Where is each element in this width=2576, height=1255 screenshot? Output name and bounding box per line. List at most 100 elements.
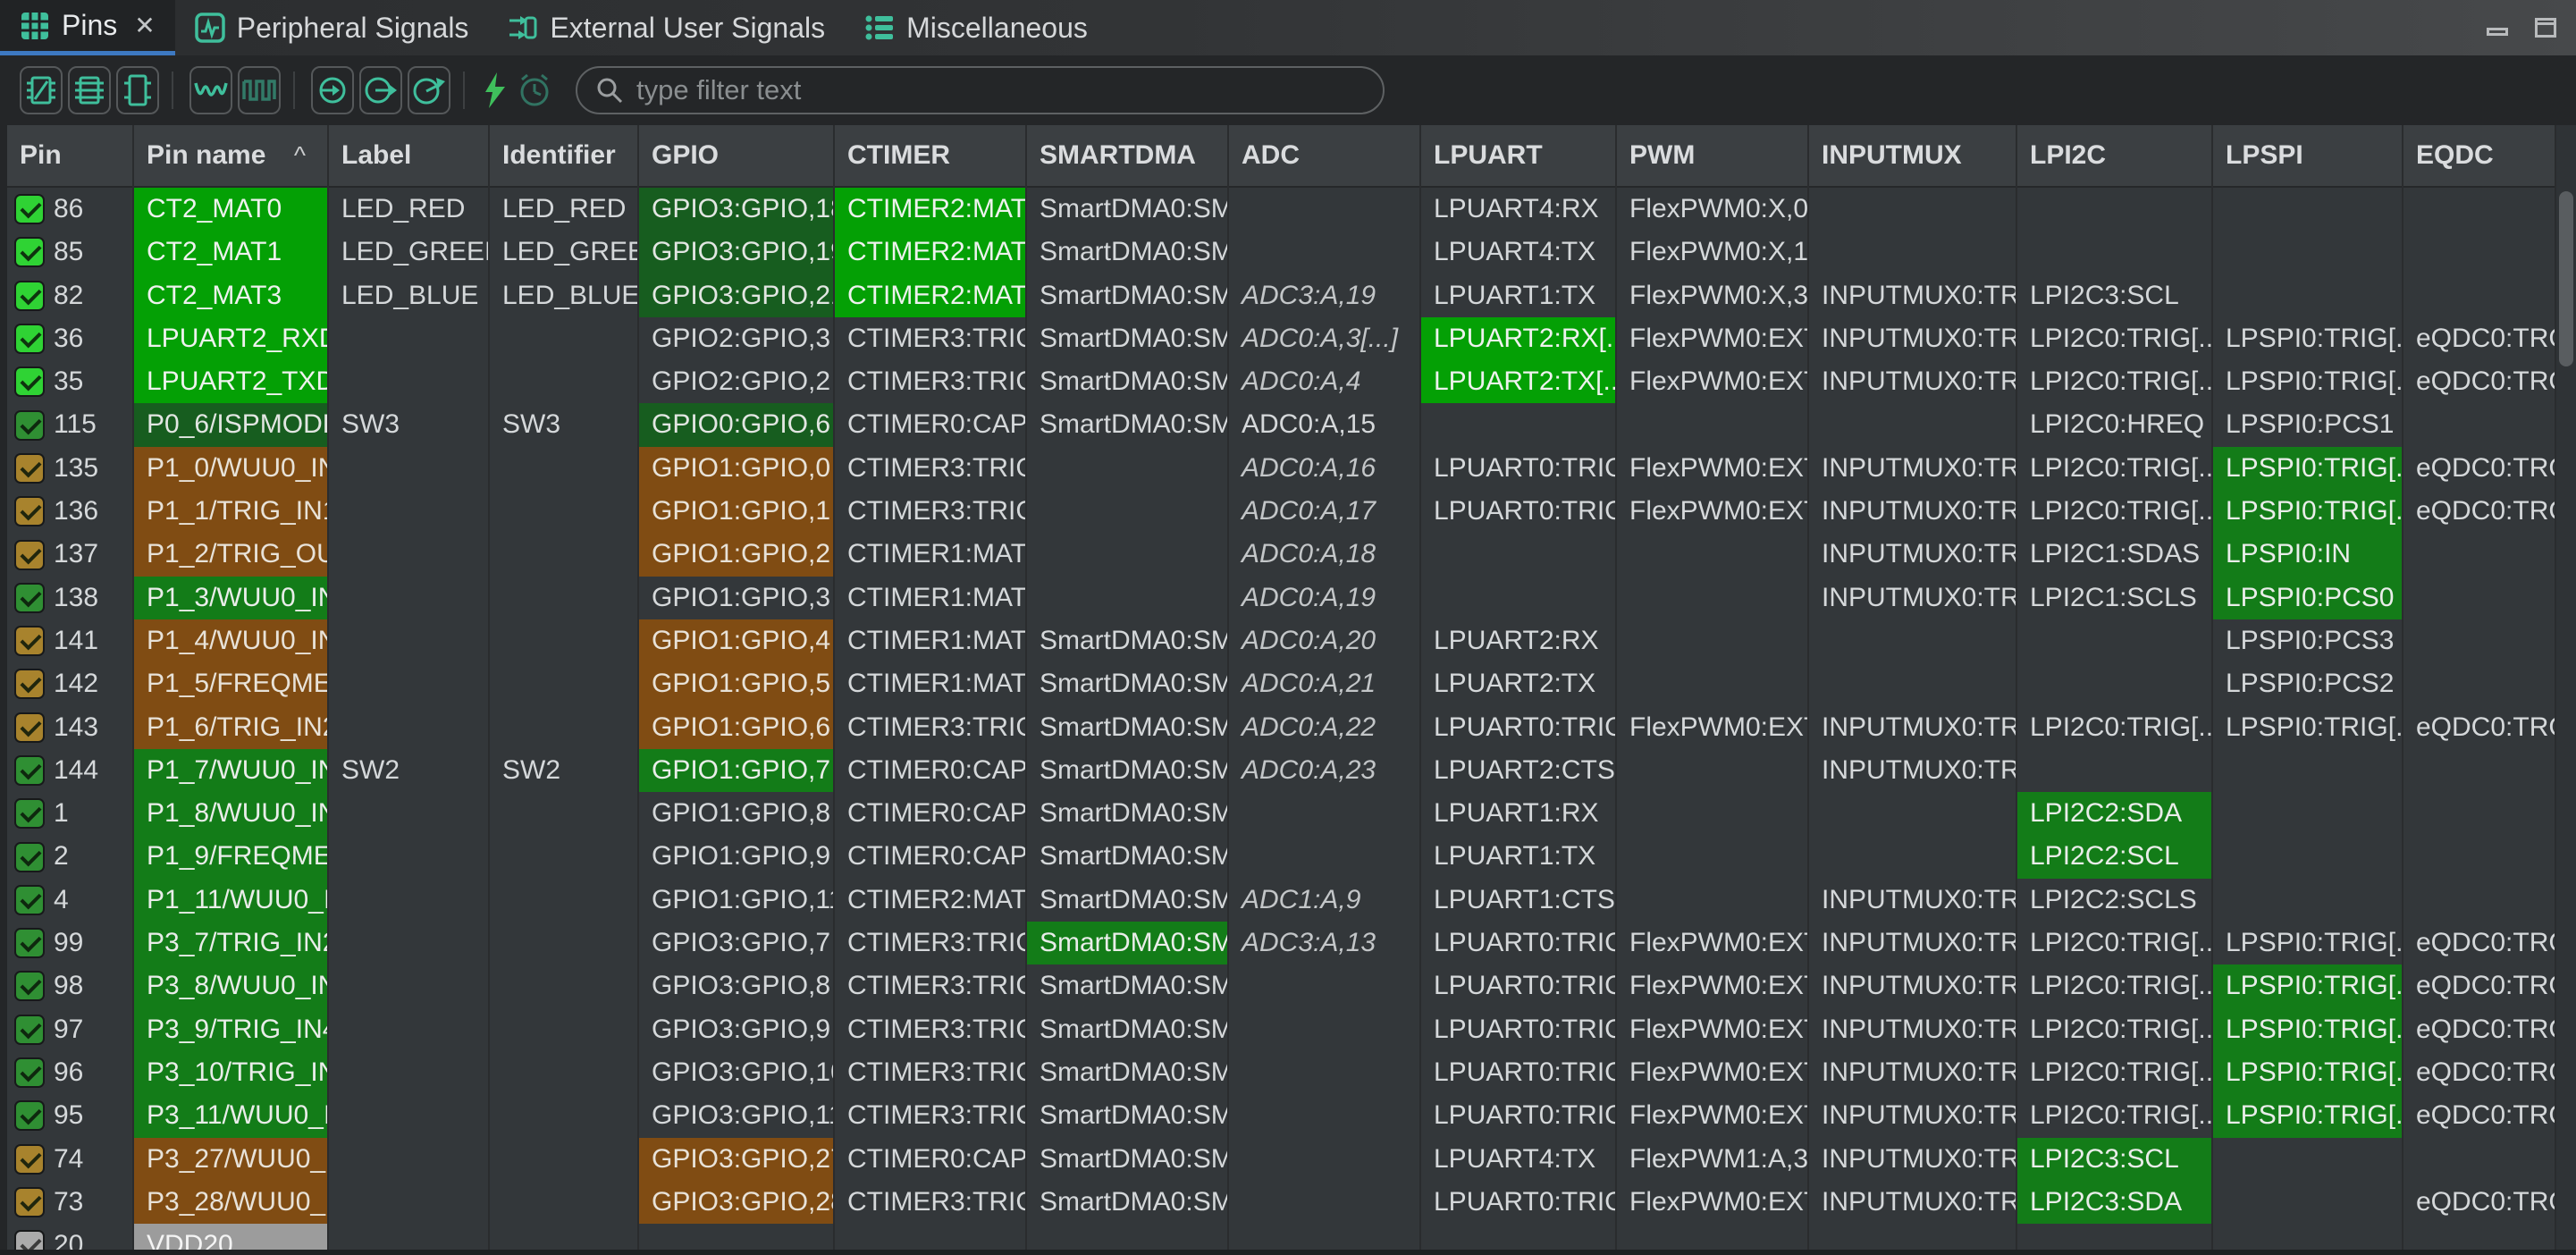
cell-smartdma[interactable]: SmartDMA0:SMA xyxy=(1027,835,1229,878)
column-header-inputmux[interactable]: INPUTMUX xyxy=(1809,125,2017,188)
route-input-button[interactable] xyxy=(311,66,354,114)
cell-pin[interactable]: 97 xyxy=(7,1008,134,1051)
cell-smartdma[interactable]: SmartDMA0:SMA xyxy=(1027,231,1229,274)
cell-gpio[interactable]: GPIO1:GPIO,3 xyxy=(639,577,835,619)
cell-adc[interactable]: ADC3:A,13 xyxy=(1229,922,1421,964)
column-header-pin[interactable]: Pin xyxy=(7,125,134,188)
pin-checkbox[interactable] xyxy=(14,798,45,829)
cell-smartdma[interactable]: SmartDMA0:SMA xyxy=(1027,1094,1229,1137)
cell-label[interactable] xyxy=(329,490,490,533)
cell-ctimer[interactable]: CTIMER0:CAPTUR xyxy=(835,1138,1027,1181)
cell-eqdc[interactable]: eQDC0:TRG[... xyxy=(2403,964,2556,1007)
cell-lpuart[interactable]: LPUART0:TRIG[... xyxy=(1421,1181,1617,1224)
cell-smartdma[interactable]: SmartDMA0:SMA xyxy=(1027,403,1229,446)
column-header-smartdma[interactable]: SMARTDMA xyxy=(1027,125,1229,188)
cell-ctimer[interactable]: CTIMER3:TRIGG xyxy=(835,317,1027,360)
route-output-button[interactable] xyxy=(359,66,402,114)
column-header-label[interactable]: Label xyxy=(329,125,490,188)
cell-pin_name[interactable]: CT2_MAT3 xyxy=(134,274,329,317)
cell-ident[interactable] xyxy=(490,447,639,490)
cell-pin[interactable]: 35 xyxy=(7,360,134,403)
cell-smartdma[interactable]: SmartDMA0:SMA xyxy=(1027,792,1229,835)
pin-checkbox[interactable] xyxy=(14,324,45,354)
cell-lpi2c[interactable]: LPI2C2:SCL xyxy=(2017,835,2213,878)
cell-lpuart[interactable]: LPUART2:TX xyxy=(1421,662,1617,705)
cell-adc[interactable]: ADC0:A,16 xyxy=(1229,447,1421,490)
cell-inputmux[interactable] xyxy=(1809,188,2017,231)
cell-lpi2c[interactable]: LPI2C1:SDAS xyxy=(2017,533,2213,576)
cell-gpio[interactable]: GPIO3:GPIO,11 xyxy=(639,1094,835,1137)
cell-ctimer[interactable]: CTIMER3:TRIGG xyxy=(835,922,1027,964)
table-row[interactable]: 35LPUART2_TXDGPIO2:GPIO,2CTIMER3:TRIGGSm… xyxy=(7,360,2556,403)
cell-pin_name[interactable]: P3_28/WUU0_IN xyxy=(134,1181,329,1224)
cell-inputmux[interactable]: INPUTMUX0:TRIG xyxy=(1809,879,2017,922)
cell-pin[interactable]: 143 xyxy=(7,706,134,749)
cell-lpspi[interactable] xyxy=(2213,1138,2403,1181)
cell-adc[interactable] xyxy=(1229,964,1421,1007)
tab-miscellaneous[interactable]: Miscellaneous xyxy=(845,0,1107,55)
cell-smartdma[interactable]: SmartDMA0:SMA xyxy=(1027,360,1229,403)
cell-inputmux[interactable]: INPUTMUX0:TRIG xyxy=(1809,490,2017,533)
cell-lpspi[interactable]: LPSPI0:TRIG[...] xyxy=(2213,490,2403,533)
cell-gpio[interactable]: GPIO3:GPIO,28 xyxy=(639,1181,835,1224)
cell-ident[interactable] xyxy=(490,879,639,922)
cell-lpspi[interactable] xyxy=(2213,749,2403,792)
cell-lpi2c[interactable]: LPI2C3:SCL xyxy=(2017,1138,2213,1181)
cell-gpio[interactable]: GPIO3:GPIO,18 xyxy=(639,188,835,231)
cell-ident[interactable] xyxy=(490,1051,639,1094)
cell-adc[interactable]: ADC0:A,22 xyxy=(1229,706,1421,749)
cell-pwm[interactable] xyxy=(1617,577,1809,619)
cell-lpspi[interactable]: LPSPI0:PCS2 xyxy=(2213,662,2403,705)
cell-smartdma[interactable]: SmartDMA0:SMA xyxy=(1027,317,1229,360)
cell-gpio[interactable]: GPIO3:GPIO,7 xyxy=(639,922,835,964)
table-row[interactable]: 99P3_7/TRIG_IN2/GPIO3:GPIO,7CTIMER3:TRIG… xyxy=(7,922,2556,964)
cell-label[interactable] xyxy=(329,792,490,835)
cell-smartdma[interactable]: SmartDMA0:SMA xyxy=(1027,662,1229,705)
cell-pin[interactable]: 20 xyxy=(7,1224,134,1250)
cell-lpi2c[interactable]: LPI2C0:TRIG[...] xyxy=(2017,1051,2213,1094)
cell-pwm[interactable]: FlexPWM0:EXT_T xyxy=(1617,317,1809,360)
show-analog-signals-button[interactable] xyxy=(189,66,232,114)
cell-pin_name[interactable]: LPUART2_RXD xyxy=(134,317,329,360)
cell-pin_name[interactable]: CT2_MAT1 xyxy=(134,231,329,274)
cell-gpio[interactable]: GPIO1:GPIO,11 xyxy=(639,879,835,922)
cell-lpi2c[interactable]: LPI2C2:SDA xyxy=(2017,792,2213,835)
cell-ident[interactable] xyxy=(490,1008,639,1051)
cell-adc[interactable] xyxy=(1229,792,1421,835)
cell-lpspi[interactable]: LPSPI0:TRIG[...] xyxy=(2213,1008,2403,1051)
cell-adc[interactable]: ADC0:A,23 xyxy=(1229,749,1421,792)
cell-ident[interactable] xyxy=(490,662,639,705)
cell-adc[interactable] xyxy=(1229,1008,1421,1051)
cell-eqdc[interactable]: eQDC0:TRG[... xyxy=(2403,490,2556,533)
cell-ident[interactable]: LED_BLUE xyxy=(490,274,639,317)
cell-lpuart[interactable]: LPUART2:CTS xyxy=(1421,749,1617,792)
cell-lpspi[interactable] xyxy=(2213,879,2403,922)
cell-ctimer[interactable]: CTIMER2:MATCH xyxy=(835,879,1027,922)
cell-ident[interactable] xyxy=(490,835,639,878)
cell-pin[interactable]: 86 xyxy=(7,188,134,231)
cell-ident[interactable]: LED_RED xyxy=(490,188,639,231)
cell-inputmux[interactable] xyxy=(1809,619,2017,662)
table-row[interactable]: 98P3_8/WUU0_IN2GPIO3:GPIO,8CTIMER3:TRIGG… xyxy=(7,964,2556,1007)
cell-ident[interactable]: SW3 xyxy=(490,403,639,446)
cell-lpi2c[interactable] xyxy=(2017,1224,2213,1250)
pin-checkbox[interactable] xyxy=(14,712,45,743)
cell-pin[interactable]: 136 xyxy=(7,490,134,533)
cell-ident[interactable]: LED_GREEN xyxy=(490,231,639,274)
cell-pin[interactable]: 135 xyxy=(7,447,134,490)
table-row[interactable]: 4P1_11/WUU0_IN1GPIO1:GPIO,11CTIMER2:MATC… xyxy=(7,879,2556,922)
cell-pin[interactable]: 138 xyxy=(7,577,134,619)
cell-adc[interactable]: ADC0:A,15 xyxy=(1229,403,1421,446)
pin-checkbox[interactable] xyxy=(14,971,45,1001)
cell-pwm[interactable]: FlexPWM0:EXTAL xyxy=(1617,1051,1809,1094)
table-row[interactable]: 141P1_4/WUU0_IN8GPIO1:GPIO,4CTIMER1:MATC… xyxy=(7,619,2556,662)
cell-lpspi[interactable]: LPSPI0:IN xyxy=(2213,533,2403,576)
cell-inputmux[interactable]: INPUTMUX0:TRIG xyxy=(1809,1181,2017,1224)
cell-inputmux[interactable]: INPUTMUX0:TRIG xyxy=(1809,1138,2017,1181)
cell-gpio[interactable]: GPIO3:GPIO,9 xyxy=(639,1008,835,1051)
cell-eqdc[interactable] xyxy=(2403,619,2556,662)
cell-pin[interactable]: 82 xyxy=(7,274,134,317)
cell-gpio[interactable]: GPIO1:GPIO,2 xyxy=(639,533,835,576)
cell-ctimer[interactable]: CTIMER3:TRIGG xyxy=(835,490,1027,533)
cell-inputmux[interactable]: INPUTMUX0:TRIG xyxy=(1809,577,2017,619)
